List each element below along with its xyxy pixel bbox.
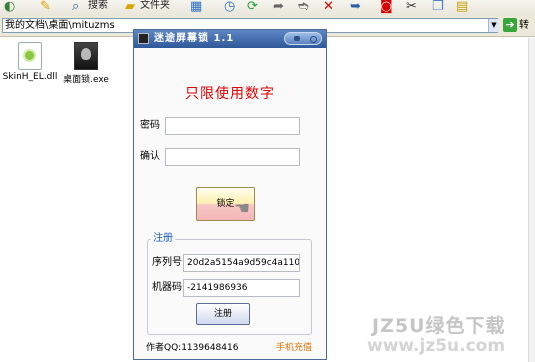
close-icon[interactable] bbox=[310, 36, 317, 43]
app-icon bbox=[138, 33, 149, 44]
explorer-toolbar: ◐ ✎ ⌕ 搜索 ▰ 文件夹 ▦ ◷ ⟳ ➦ ➬ ✕ ➥ ◙ ✂ ❐ ▤ bbox=[0, 0, 535, 17]
machine-code-field[interactable]: -2141986936 bbox=[183, 279, 300, 297]
serial-number-field[interactable]: 20d2a5154a9d59c4a110360b5 bbox=[183, 254, 300, 272]
hand-cursor-icon: ☚ bbox=[234, 198, 251, 219]
machine-code-label: 机器码 bbox=[152, 282, 182, 293]
go-button-label[interactable]: 转 bbox=[519, 19, 529, 32]
watermark-brand: JZ5U绿色下载 bbox=[372, 315, 506, 337]
minimize-icon[interactable] bbox=[294, 36, 300, 41]
history-icon[interactable]: ◷ bbox=[224, 0, 235, 13]
back-icon[interactable]: ◐ bbox=[4, 0, 15, 13]
folder-up-icon[interactable]: ✎ bbox=[40, 0, 51, 13]
password-label: 密码 bbox=[140, 120, 160, 131]
search-icon[interactable]: ⌕ bbox=[72, 0, 79, 13]
stop-icon[interactable]: ◙ bbox=[380, 0, 393, 13]
confirm-password-field[interactable] bbox=[165, 148, 300, 166]
copy2-icon[interactable]: ❐ bbox=[432, 0, 444, 13]
move-icon[interactable]: ➦ bbox=[273, 0, 284, 13]
register-button[interactable]: 注册 bbox=[196, 303, 250, 325]
dll-file-icon bbox=[18, 42, 42, 70]
dialog-title: 迷途屏幕锁 1.1 bbox=[154, 33, 235, 44]
register-group-title: 注册 bbox=[151, 233, 175, 245]
file-item-dll[interactable]: SkinH_EL.dll bbox=[0, 42, 60, 82]
numbers-only-notice: 只限使用数字 bbox=[185, 86, 275, 102]
serial-label: 序列号 bbox=[152, 257, 182, 268]
confirm-label: 确认 bbox=[140, 151, 160, 162]
password-field[interactable] bbox=[165, 117, 300, 135]
mobile-recharge-link[interactable]: 手机充值 bbox=[276, 342, 312, 354]
watermark-url: www.jz5u.com bbox=[367, 336, 506, 356]
refresh-icon[interactable]: ⟳ bbox=[247, 0, 258, 13]
go-arrow-icon[interactable]: ➔ bbox=[503, 18, 517, 32]
window-controls bbox=[284, 32, 322, 45]
delete-icon[interactable]: ✕ bbox=[323, 0, 334, 13]
search-label[interactable]: 搜索 bbox=[88, 0, 108, 12]
lock-dialog: 迷途屏幕锁 1.1 只限使用数字 密码 确认 锁定 ☚ 注册 序列号 20d2a… bbox=[133, 29, 327, 360]
folders-icon[interactable]: ▰ bbox=[125, 0, 135, 13]
file-name: 桌面锁.exe bbox=[63, 75, 109, 85]
paste-icon[interactable]: ▤ bbox=[456, 0, 468, 13]
cut-icon[interactable]: ✂ bbox=[406, 0, 417, 13]
author-qq: 作者QQ:1139648416 bbox=[146, 343, 239, 353]
file-item-exe[interactable]: 桌面锁.exe bbox=[56, 42, 116, 85]
undo-icon[interactable]: ➥ bbox=[350, 0, 361, 13]
scrollbar[interactable] bbox=[528, 38, 535, 362]
address-dropdown-icon[interactable]: ▼ bbox=[488, 19, 499, 32]
dialog-titlebar[interactable]: 迷途屏幕锁 1.1 bbox=[134, 30, 326, 48]
exe-file-icon bbox=[74, 42, 98, 70]
file-name: SkinH_EL.dll bbox=[2, 72, 58, 82]
folders-label[interactable]: 文件夹 bbox=[140, 0, 170, 12]
copy-icon[interactable]: ➬ bbox=[298, 0, 309, 13]
view-icon[interactable]: ▦ bbox=[190, 0, 202, 13]
